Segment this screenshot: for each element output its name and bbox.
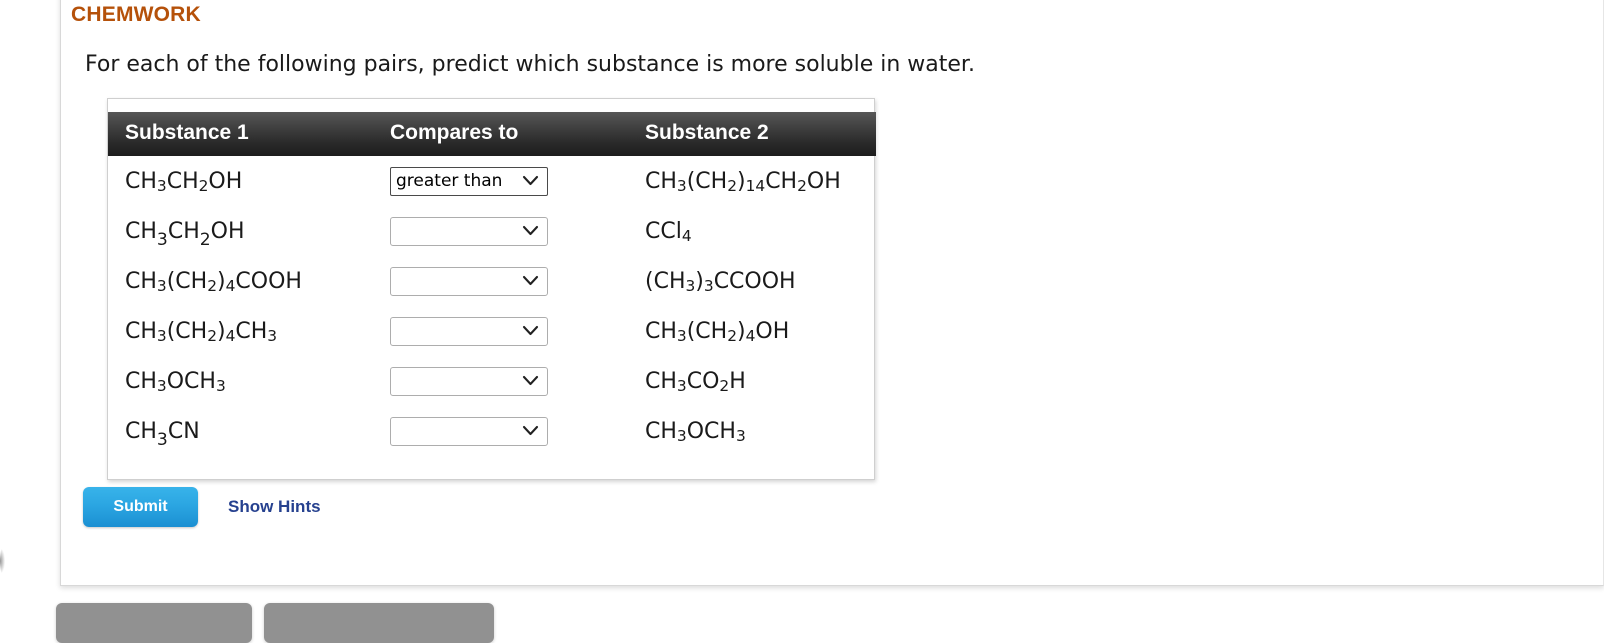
comparison-select-6[interactable]: greater thanless than [390,416,548,446]
formula-text: CH3CN [125,418,200,450]
show-hints-link[interactable]: Show Hints [228,497,321,517]
formula-text: CH3CO2H [645,368,746,395]
formula-text: CH3(CH2)4CH3 [125,318,278,345]
substance-2-formula: CH3OCH3 [632,406,876,456]
table-row: CH3(CH2)4COOH greater thanless than (CH3)3… [108,256,876,306]
formula-text: CH3OCH3 [645,418,746,445]
formula-text: CH3(CH2)4COOH [125,268,302,295]
comparison-select-1[interactable]: greater thanless than [390,166,548,196]
question-prompt: For each of the following pairs, predict… [85,52,975,77]
comparison-select-wrapper: greater thanless than [390,166,548,196]
question-card: CHEMWORK For each of the following pairs… [60,0,1604,586]
comparison-cell: greater thanless than [376,206,632,256]
substance-1-formula: CH3CH2OH [108,156,376,206]
comparison-select-wrapper: greater thanless than [390,266,548,296]
chemwork-label: CHEMWORK [71,3,201,26]
table-header: Substance 1 Compares to Substance 2 [108,112,876,156]
formula-text: CH3(CH2)4OH [645,318,790,345]
formula-text: CH3CH2OH [125,218,245,250]
comparison-select-3[interactable]: greater thanless than [390,266,548,296]
submit-button[interactable]: Submit [83,487,198,527]
table-row: CH3CH2OH greater thanless than CCl4 [108,206,876,256]
column-header-substance-2: Substance 2 [632,112,876,156]
comparison-cell: greater thanless than [376,406,632,456]
comparison-cell: greater thanless than [376,356,632,406]
comparison-cell: greater thanless than [376,256,632,306]
substance-2-formula: CH3(CH2)14CH2OH [632,156,876,206]
substance-1-formula: CH3OCH3 [108,356,376,406]
comparison-select-wrapper: greater thanless than [390,216,548,246]
placeholder-button-2[interactable] [264,603,494,643]
comparison-select-2[interactable]: greater thanless than [390,216,548,246]
column-header-compares-to: Compares to [376,112,632,156]
substance-2-formula: (CH3)3CCOOH [632,256,876,306]
table-body: CH3CH2OH greater thanless than CH3(CH2)14C… [108,156,876,456]
comparison-cell: greater thanless than [376,306,632,356]
comparison-table-container: Substance 1 Compares to Substance 2 CH3C… [107,98,876,480]
comparison-select-wrapper: greater thanless than [390,416,548,446]
formula-text: CH3CH2OH [125,168,243,195]
formula-text: CH3(CH2)14CH2OH [645,168,841,195]
substance-1-formula: CH3(CH2)4COOH [108,256,376,306]
column-header-substance-1: Substance 1 [108,112,376,156]
formula-text: (CH3)3CCOOH [645,268,796,295]
comparison-select-4[interactable]: greater thanless than [390,316,548,346]
table-row: CH3CN greater thanless than CH3OCH3 [108,406,876,456]
table-header-row: Substance 1 Compares to Substance 2 [108,112,876,156]
table-row: CH3(CH2)4CH3 greater thanless than CH3(CH2… [108,306,876,356]
substance-2-formula: CCl4 [632,206,876,256]
comparison-table: Substance 1 Compares to Substance 2 CH3C… [108,112,876,456]
substance-1-formula: CH3CN [108,406,376,456]
comparison-cell: greater thanless than [376,156,632,206]
table-row: CH3OCH3 greater thanless than CH3CO2H [108,356,876,406]
comparison-select-wrapper: greater thanless than [390,366,548,396]
substance-2-formula: CH3(CH2)4OH [632,306,876,356]
page-edge-artifact [0,548,5,574]
substance-1-formula: CH3CH2OH [108,206,376,256]
substance-2-formula: CH3CO2H [632,356,876,406]
formula-text: CCl4 [645,218,692,245]
formula-text: CH3OCH3 [125,368,226,395]
table-row: CH3CH2OH greater thanless than CH3(CH2)14C… [108,156,876,206]
action-row: Submit Show Hints [83,487,321,527]
comparison-select-wrapper: greater thanless than [390,316,548,346]
comparison-select-5[interactable]: greater thanless than [390,366,548,396]
substance-1-formula: CH3(CH2)4CH3 [108,306,376,356]
placeholder-button-1[interactable] [56,603,252,643]
